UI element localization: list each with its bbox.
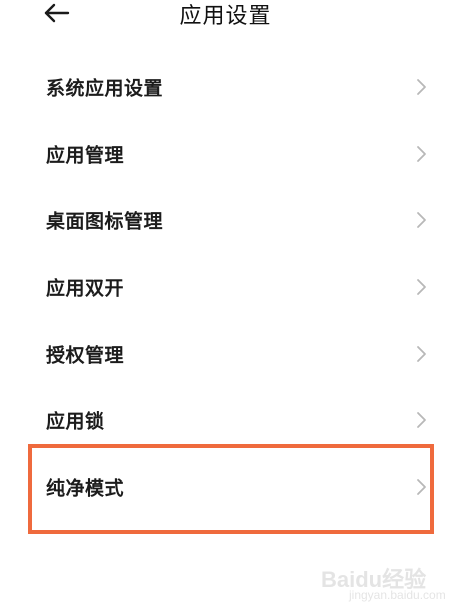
settings-item-label: 授权管理	[46, 344, 125, 367]
chevron-right-icon	[417, 212, 426, 228]
watermark-logo: Baidu经验 jingyan.baidu.com	[321, 558, 446, 606]
settings-item-label: 纯净模式	[46, 477, 125, 500]
chevron-right-icon	[417, 279, 426, 295]
settings-item-system-app-settings[interactable]: 系统应用设置	[0, 54, 451, 120]
settings-item-app-management[interactable]: 应用管理	[0, 121, 451, 187]
page-title: 应用设置	[179, 4, 272, 29]
settings-item-label: 应用双开	[46, 277, 125, 300]
top-bar: 应用设置	[0, 0, 451, 34]
chevron-right-icon	[417, 412, 426, 428]
settings-item-label: 系统应用设置	[46, 77, 164, 100]
settings-item-label: 应用管理	[46, 144, 125, 167]
chevron-right-icon	[417, 346, 426, 362]
chevron-right-icon	[417, 146, 426, 162]
settings-item-app-lock[interactable]: 应用锁	[0, 387, 451, 453]
chevron-right-icon	[417, 79, 426, 95]
settings-item-permission-management[interactable]: 授权管理	[0, 321, 451, 387]
settings-item-label: 桌面图标管理	[46, 210, 164, 233]
settings-item-pure-mode[interactable]: 纯净模式	[0, 454, 451, 520]
settings-item-dual-apps[interactable]: 应用双开	[0, 254, 451, 320]
chevron-right-icon	[417, 479, 426, 495]
settings-item-desktop-icon-management[interactable]: 桌面图标管理	[0, 187, 451, 253]
settings-item-label: 应用锁	[46, 410, 105, 433]
watermark-subtext: jingyan.baidu.com	[349, 588, 446, 602]
